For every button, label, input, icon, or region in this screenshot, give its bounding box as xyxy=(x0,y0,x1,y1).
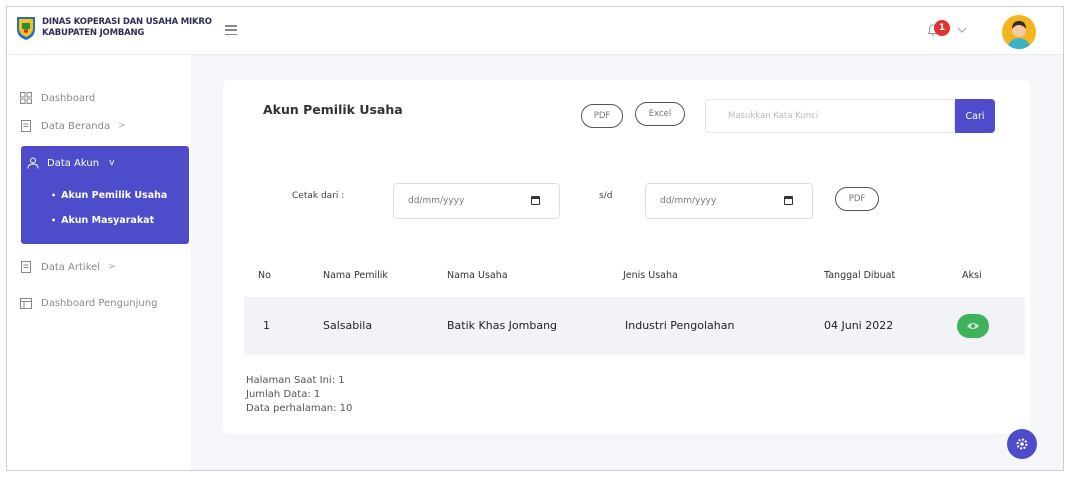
column-header-no: No xyxy=(258,270,271,281)
chevron-down-icon[interactable] xyxy=(955,23,969,37)
user-avatar-icon xyxy=(1002,15,1036,49)
brand-line-2: KABUPATEN JOMBANG xyxy=(42,28,145,38)
search-button[interactable]: Cari xyxy=(955,99,995,133)
sidebar-group-data-akun: Data Akun v Akun Pemilik Usaha Akun Masy… xyxy=(21,146,189,244)
document-icon xyxy=(21,120,31,132)
column-header-jenis-usaha: Jenis Usaha xyxy=(623,270,678,281)
date-from-placeholder: dd/mm/yyyy xyxy=(408,196,465,206)
sidebar-subitem-akun-pemilik-usaha[interactable]: Akun Pemilik Usaha xyxy=(51,190,167,201)
per-page-info: Data perhalaman: 10 xyxy=(246,403,353,414)
sidebar-item-label: Dashboard xyxy=(41,92,96,104)
sidebar-item-label: Data Akun xyxy=(47,157,100,169)
sidebar-item-data-akun[interactable]: Data Akun v xyxy=(21,154,189,172)
table-cell-jenis-usaha: Industri Pengolahan xyxy=(625,319,735,332)
sidebar: Dashboard Data Beranda > Data Akun v Aku… xyxy=(7,55,191,470)
jombang-logo-icon xyxy=(17,17,35,40)
table-cell-no: 1 xyxy=(263,319,270,332)
chevron-right-icon: > xyxy=(108,262,116,272)
print-range-pdf-button[interactable]: PDF xyxy=(835,187,879,211)
view-detail-button[interactable] xyxy=(957,314,989,338)
sidebar-item-label: Data Beranda xyxy=(41,120,111,132)
user-icon xyxy=(27,157,39,169)
page-title: Akun Pemilik Usaha xyxy=(263,102,403,117)
column-header-nama-usaha: Nama Usaha xyxy=(447,270,508,281)
table-cell-nama-usaha: Batik Khas Jombang xyxy=(447,319,558,332)
sidebar-item-data-artikel[interactable]: Data Artikel > xyxy=(7,256,191,278)
sidebar-item-label: Dashboard Pengunjung xyxy=(41,297,158,309)
print-from-label: Cetak dari : xyxy=(292,191,345,201)
date-to-field[interactable]: dd/mm/yyyy xyxy=(645,183,813,219)
notification-badge[interactable]: 1 xyxy=(934,20,950,36)
calendar-icon[interactable] xyxy=(784,196,793,205)
chevron-down-icon: v xyxy=(109,158,115,168)
date-from-field[interactable]: dd/mm/yyyy xyxy=(393,183,560,219)
sidebar-subitem-akun-masyarakat[interactable]: Akun Masyarakat xyxy=(51,215,154,226)
export-excel-button[interactable]: Excel xyxy=(635,102,685,126)
column-header-tanggal-dibuat: Tanggal Dibuat xyxy=(824,270,896,281)
range-separator: s/d xyxy=(599,191,613,201)
date-to-placeholder: dd/mm/yyyy xyxy=(660,196,717,206)
dashboard-icon xyxy=(20,92,32,104)
total-data-info: Jumlah Data: 1 xyxy=(246,389,321,400)
current-page-info: Halaman Saat Ini: 1 xyxy=(246,375,345,386)
chevron-right-icon: > xyxy=(118,121,126,131)
table-cell-tanggal-dibuat: 04 Juni 2022 xyxy=(824,319,894,332)
avatar[interactable] xyxy=(1002,15,1036,49)
main-card: Akun Pemilik Usaha PDF Excel Masukkan Ka… xyxy=(223,80,1030,434)
eye-icon xyxy=(967,323,979,329)
document-icon xyxy=(21,261,31,273)
brand-line-1: DINAS KOPERASI DAN USAHA MIKRO xyxy=(42,17,212,27)
settings-fab-button[interactable] xyxy=(1007,429,1037,459)
column-header-nama-pemilik: Nama Pemilik xyxy=(323,270,388,281)
sidebar-item-dashboard-pengunjung[interactable]: Dashboard Pengunjung xyxy=(7,292,191,314)
sidebar-item-dashboard[interactable]: Dashboard xyxy=(7,87,191,109)
sidebar-item-label: Data Artikel xyxy=(41,261,101,273)
calendar-icon xyxy=(20,298,32,309)
gear-icon xyxy=(1016,438,1028,450)
export-pdf-button[interactable]: PDF xyxy=(581,104,623,128)
menu-toggle-icon[interactable] xyxy=(225,25,237,35)
column-header-aksi: Aksi xyxy=(962,270,982,281)
top-navbar: DINAS KOPERASI DAN USAHA MIKRO KABUPATEN… xyxy=(7,7,1063,55)
search-input[interactable]: Masukkan Kata Kunci xyxy=(705,99,955,133)
sidebar-item-data-beranda[interactable]: Data Beranda > xyxy=(7,115,191,137)
brand-name: DINAS KOPERASI DAN USAHA MIKRO KABUPATEN… xyxy=(42,17,212,39)
app-window: DINAS KOPERASI DAN USAHA MIKRO KABUPATEN… xyxy=(6,6,1064,471)
brand[interactable]: DINAS KOPERASI DAN USAHA MIKRO KABUPATEN… xyxy=(15,15,212,41)
calendar-icon[interactable] xyxy=(531,196,540,205)
table-cell-nama-pemilik: Salsabila xyxy=(323,319,373,332)
